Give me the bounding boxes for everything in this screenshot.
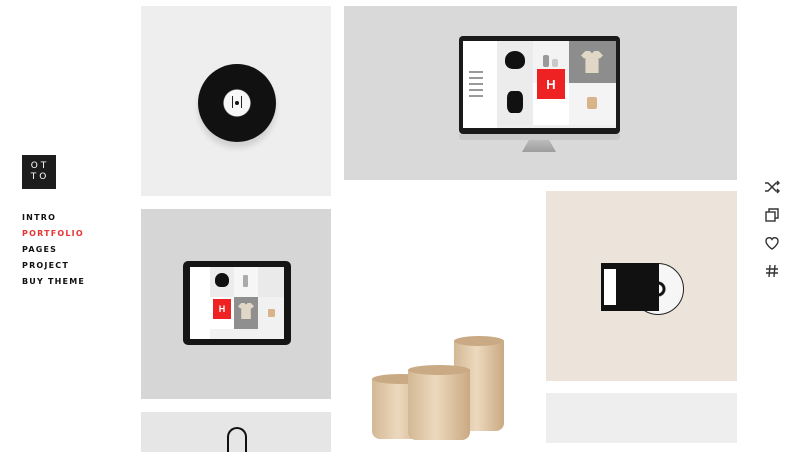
nav-item-project[interactable]: PROJECT: [22, 261, 85, 277]
h-tile: H: [537, 69, 565, 99]
portfolio-item-vinyl[interactable]: [141, 6, 331, 196]
shuffle-icon[interactable]: [763, 178, 781, 196]
logo-line-1: OT: [30, 161, 50, 171]
portfolio-item-cd[interactable]: [546, 191, 737, 381]
portfolio-item-wooden-cups[interactable]: [344, 193, 534, 440]
nav-item-buy-theme[interactable]: BUY THEME: [22, 277, 85, 293]
copy-icon[interactable]: [763, 206, 781, 224]
heart-icon[interactable]: [763, 234, 781, 252]
nav-item-intro[interactable]: INTRO: [22, 213, 85, 229]
nav-item-portfolio[interactable]: PORTFOLIO: [22, 229, 85, 245]
monitor-mockup-image: H: [459, 36, 620, 134]
tablet-mockup-image: H: [183, 261, 291, 345]
hashtag-icon[interactable]: [763, 262, 781, 280]
portfolio-item-tablet[interactable]: H: [141, 209, 331, 399]
portfolio-item-bag[interactable]: [141, 412, 331, 452]
logo-line-2: TO: [30, 172, 50, 182]
h-tile-tablet: H: [213, 299, 231, 319]
nav-item-pages[interactable]: PAGES: [22, 245, 85, 261]
portfolio-item-desktop[interactable]: H: [344, 6, 737, 180]
portfolio-item-partial[interactable]: [546, 393, 737, 443]
otto-logo[interactable]: OT TO: [22, 155, 56, 189]
vinyl-record-image: [198, 64, 276, 142]
main-nav: INTRO PORTFOLIO PAGES PROJECT BUY THEME: [22, 213, 85, 293]
